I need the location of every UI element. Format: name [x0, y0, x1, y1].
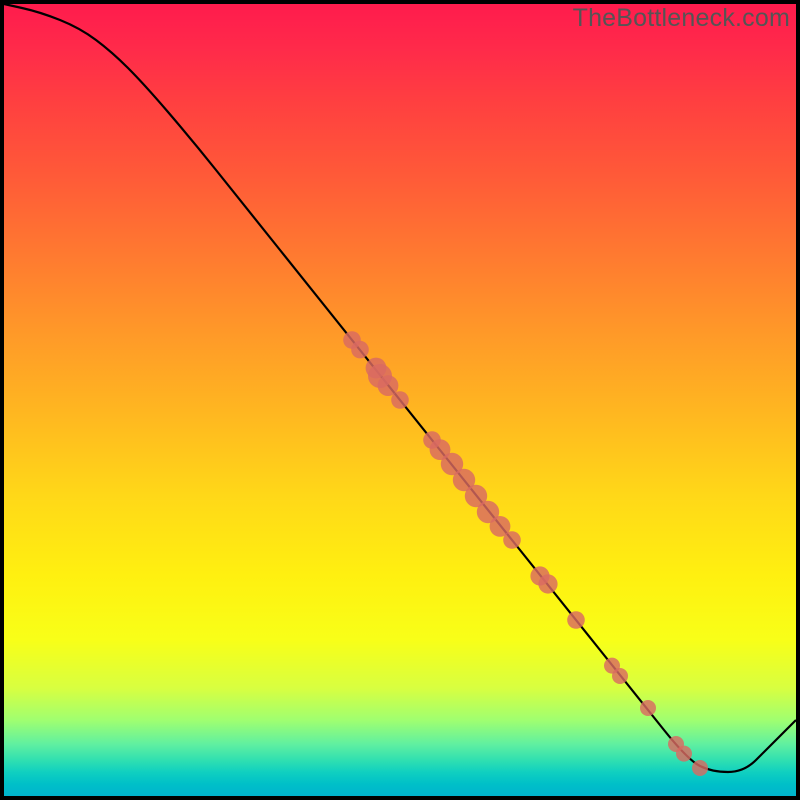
curve-line: [4, 4, 796, 772]
data-markers: [343, 331, 708, 776]
data-marker: [640, 700, 656, 716]
data-marker: [503, 531, 521, 549]
data-marker: [351, 341, 369, 359]
data-marker: [612, 668, 628, 684]
chart-container: TheBottleneck.com: [0, 0, 800, 800]
chart-plot: [0, 0, 800, 800]
data-marker: [391, 391, 409, 409]
data-marker: [567, 611, 585, 629]
data-marker: [676, 746, 692, 762]
data-marker: [538, 574, 557, 593]
data-marker: [692, 760, 708, 776]
